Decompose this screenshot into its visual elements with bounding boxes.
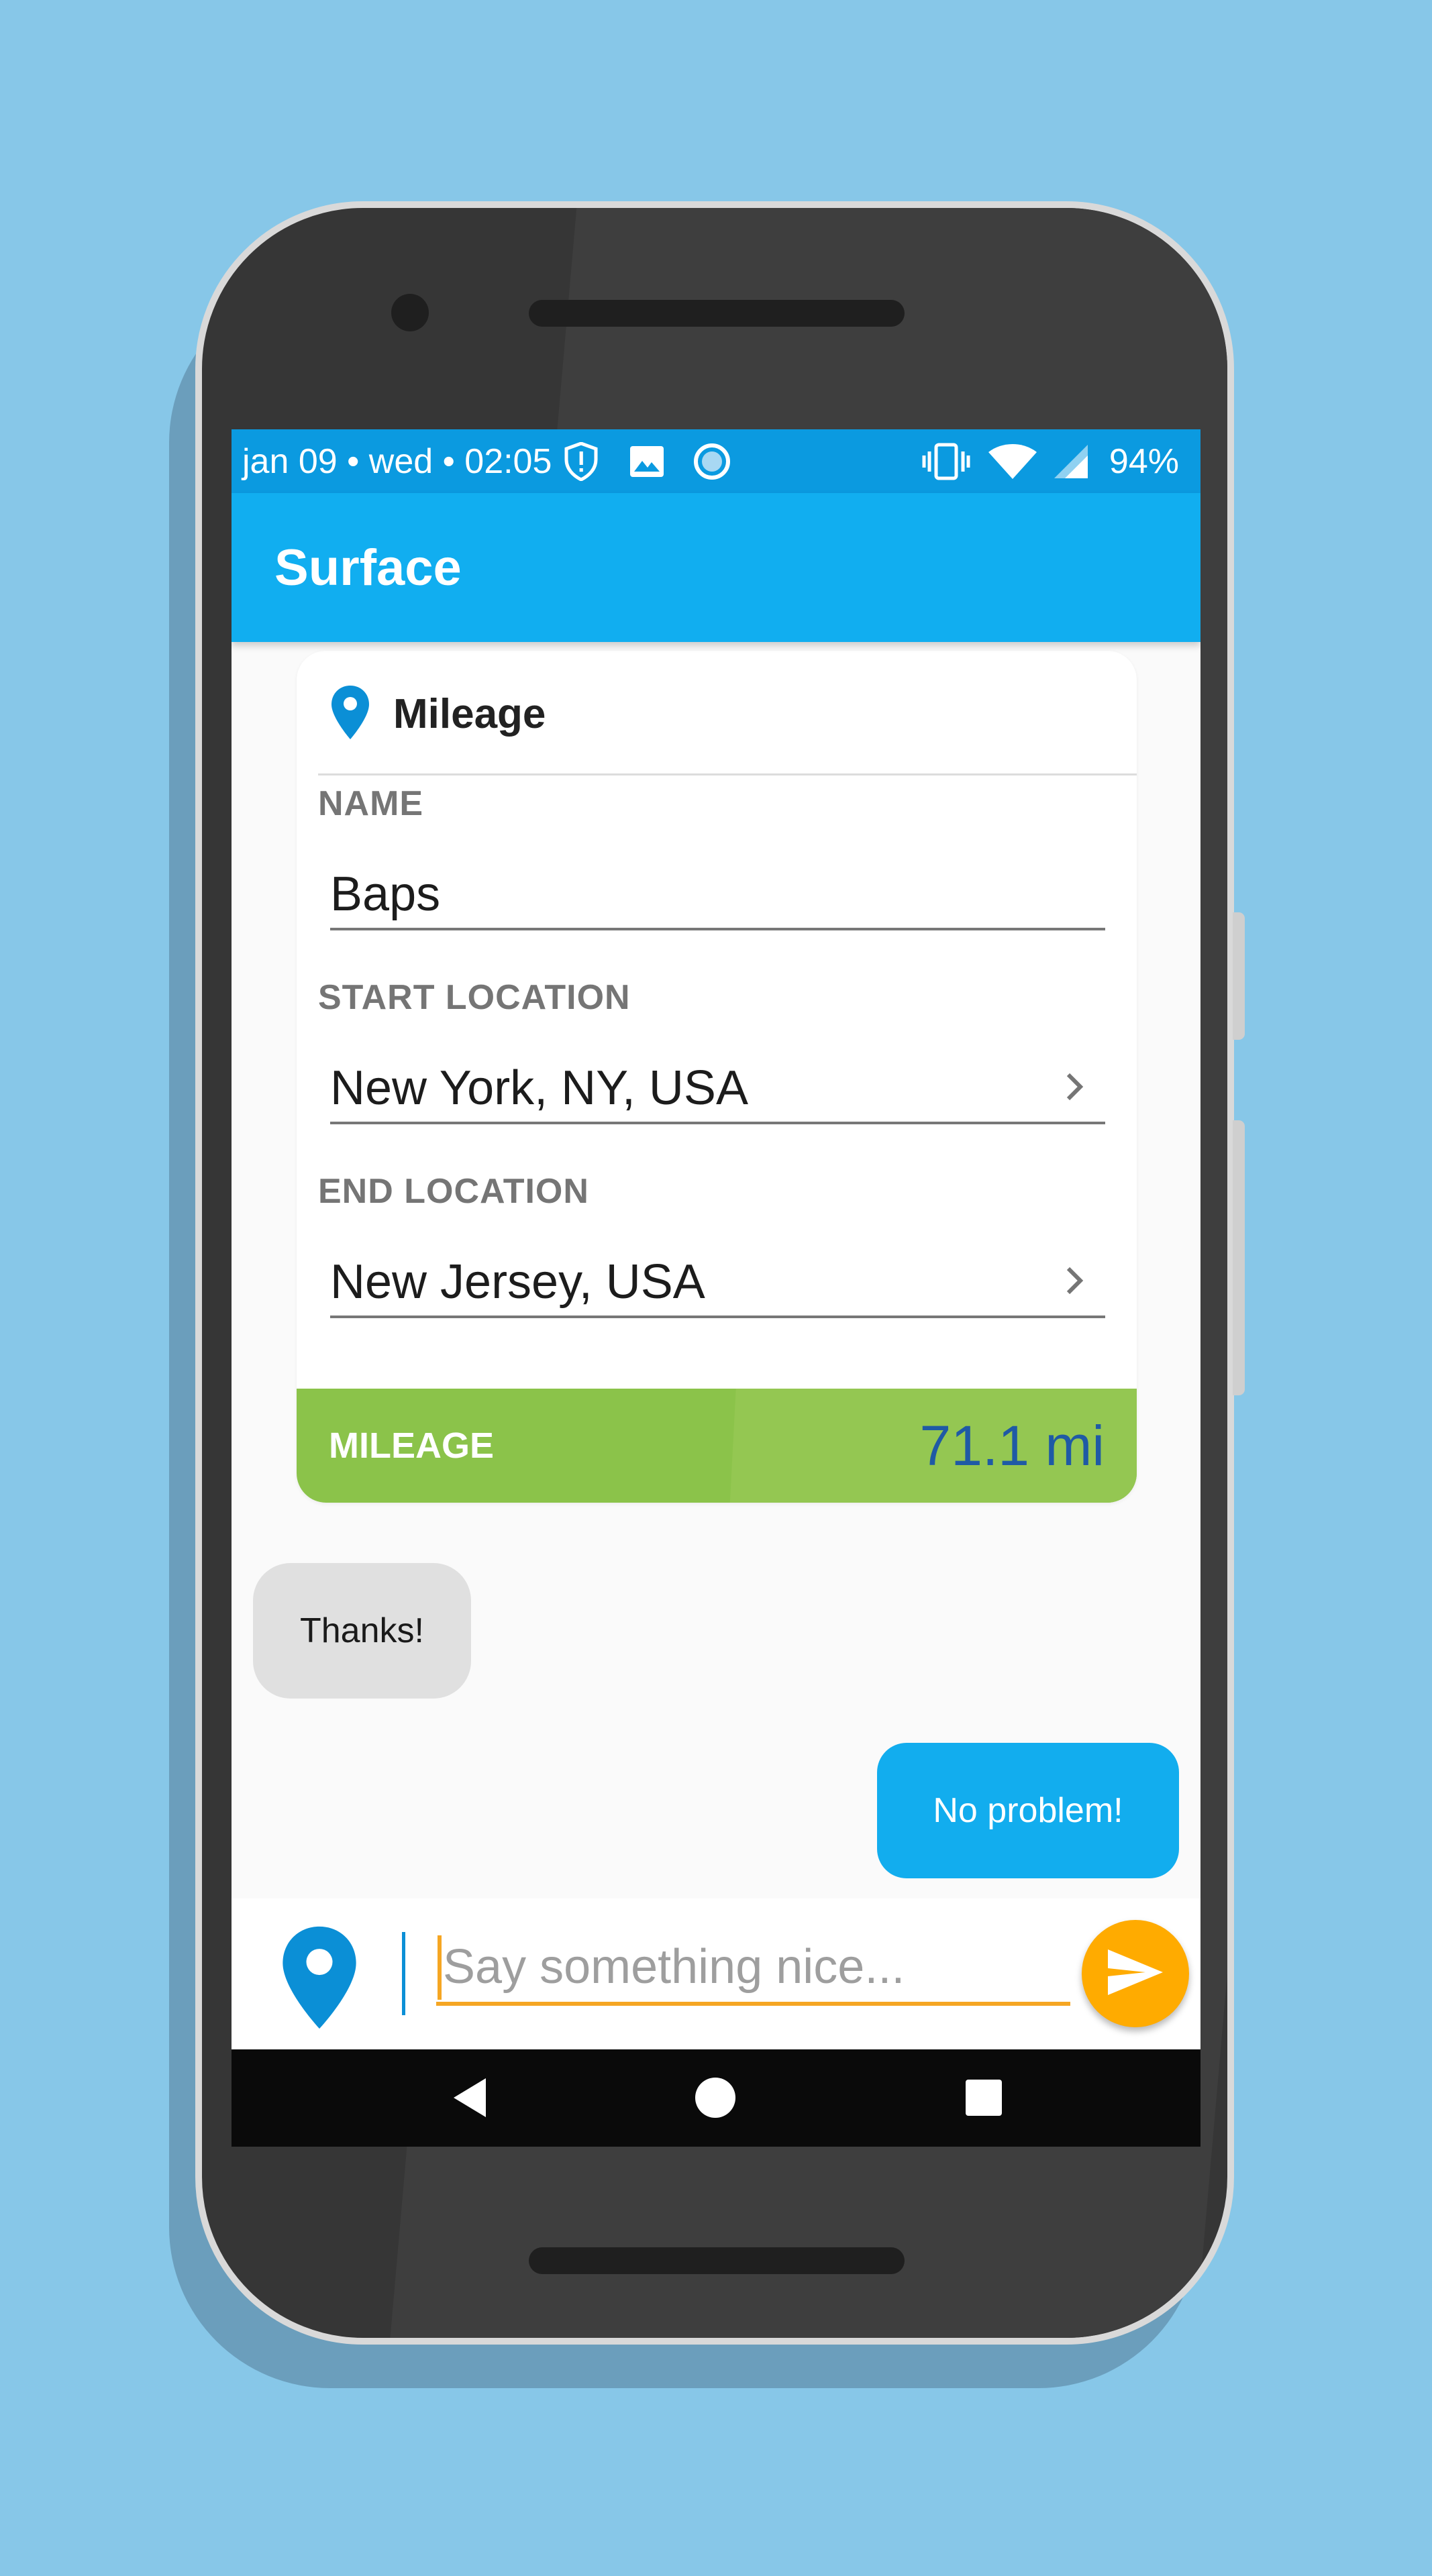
navigation-bar <box>232 2049 1200 2147</box>
end-location-value[interactable]: New Jersey, USA <box>330 1255 705 1309</box>
recents-icon[interactable] <box>960 2074 1007 2121</box>
message-composer <box>232 1898 1200 2049</box>
vibrate-icon <box>921 441 971 482</box>
start-location-underline <box>330 1122 1105 1124</box>
image-icon <box>629 441 665 482</box>
card-title: Mileage <box>393 691 546 737</box>
status-datetime: jan 09 • wed • 02:05 <box>242 442 552 481</box>
mileage-card: Mileage NAME Baps START LOCATION New Yor… <box>297 651 1137 1503</box>
location-pin-icon[interactable] <box>280 1924 359 2031</box>
chevron-right-icon[interactable] <box>1062 1260 1088 1301</box>
start-location-value[interactable]: New York, NY, USA <box>330 1061 748 1115</box>
name-underline <box>330 928 1105 930</box>
power-button <box>1233 1120 1245 1395</box>
battery-percent: 94% <box>1109 442 1179 481</box>
shield-alert-icon <box>564 441 599 482</box>
signal-icon <box>1053 441 1089 482</box>
message-input[interactable] <box>436 1932 1070 2006</box>
app-title: Surface <box>274 539 462 596</box>
phone-screen: jan 09 • wed • 02:05 94% Surface Mileage <box>232 429 1200 2147</box>
chevron-right-icon[interactable] <box>1062 1067 1088 1107</box>
send-icon <box>1105 1947 1166 2001</box>
end-location-label: END LOCATION <box>318 1172 589 1211</box>
circle-icon <box>692 441 732 482</box>
location-pin-icon <box>330 684 370 741</box>
start-location-label: START LOCATION <box>318 978 631 1017</box>
text-cursor <box>438 1935 442 2000</box>
outgoing-message: No problem! <box>877 1743 1179 1878</box>
earpiece-speaker <box>529 300 905 327</box>
volume-button <box>1233 912 1245 1040</box>
mileage-value: 71.1 mi <box>919 1414 1105 1477</box>
mileage-label: MILEAGE <box>329 1426 495 1466</box>
status-bar: jan 09 • wed • 02:05 94% <box>232 429 1200 493</box>
front-camera <box>391 294 429 331</box>
bottom-speaker <box>529 2247 905 2274</box>
back-icon[interactable] <box>446 2074 493 2121</box>
card-divider <box>318 773 1137 775</box>
incoming-message: Thanks! <box>253 1563 471 1699</box>
mileage-summary-bar: MILEAGE 71.1 mi <box>297 1389 1137 1503</box>
home-icon[interactable] <box>692 2074 739 2121</box>
name-label: NAME <box>318 784 424 823</box>
wifi-icon <box>987 441 1038 482</box>
name-value[interactable]: Baps <box>330 867 440 921</box>
end-location-underline <box>330 1316 1105 1318</box>
composer-divider <box>402 1932 405 2015</box>
app-bar: Surface <box>232 493 1200 642</box>
send-button[interactable] <box>1082 1920 1189 2027</box>
